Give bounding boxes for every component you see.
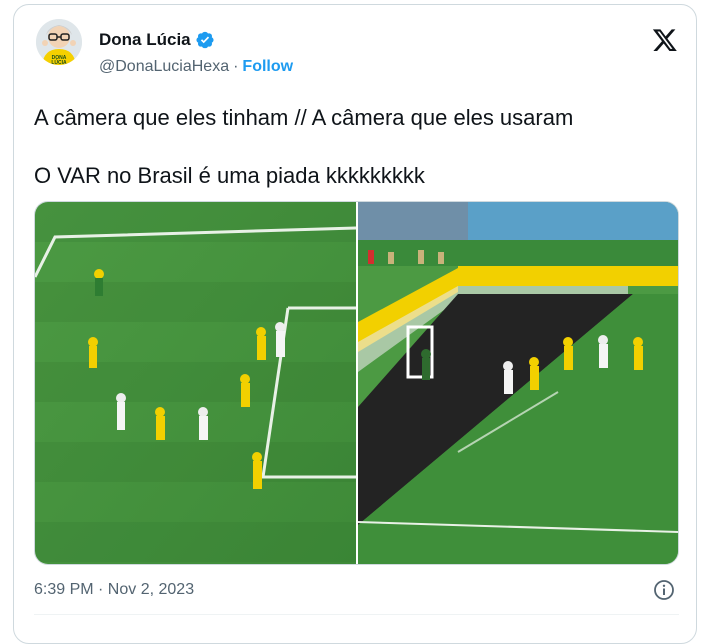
tweet-media[interactable] [34, 201, 679, 565]
handle-line: @DonaLuciaHexa · Follow [99, 58, 293, 76]
svg-text:LÚCIA: LÚCIA [51, 59, 67, 65]
broadcast-pitch-image [357, 202, 678, 564]
follow-button[interactable]: Follow [242, 58, 293, 75]
tweet-line-1: A câmera que eles tinham // A câmera que… [34, 105, 574, 130]
display-name[interactable]: Dona Lúcia [99, 30, 215, 50]
media-photo-right[interactable] [357, 202, 678, 564]
tweet-line-2: O VAR no Brasil é uma piada kkkkkkkkk [34, 163, 425, 188]
info-icon[interactable] [653, 579, 675, 601]
avatar-illustration: DONA LÚCIA [36, 19, 82, 65]
separator: · [233, 58, 239, 75]
media-photo-left[interactable] [35, 202, 357, 564]
footer-divider [34, 614, 679, 615]
aerial-pitch-image [35, 202, 357, 564]
timestamp[interactable]: 6:39 PM · Nov 2, 2023 [34, 581, 194, 599]
x-logo-icon[interactable] [652, 27, 678, 53]
avatar[interactable]: DONA LÚCIA [36, 19, 82, 65]
tweet-text: A câmera que eles tinham // A câmera que… [34, 103, 573, 190]
verified-badge-icon [196, 31, 214, 49]
display-name-text[interactable]: Dona Lúcia [99, 30, 191, 50]
tweet-card: DONA LÚCIA Dona Lúcia @DonaLuciaHexa · Fol… [13, 4, 697, 644]
handle[interactable]: @DonaLuciaHexa [99, 58, 229, 75]
